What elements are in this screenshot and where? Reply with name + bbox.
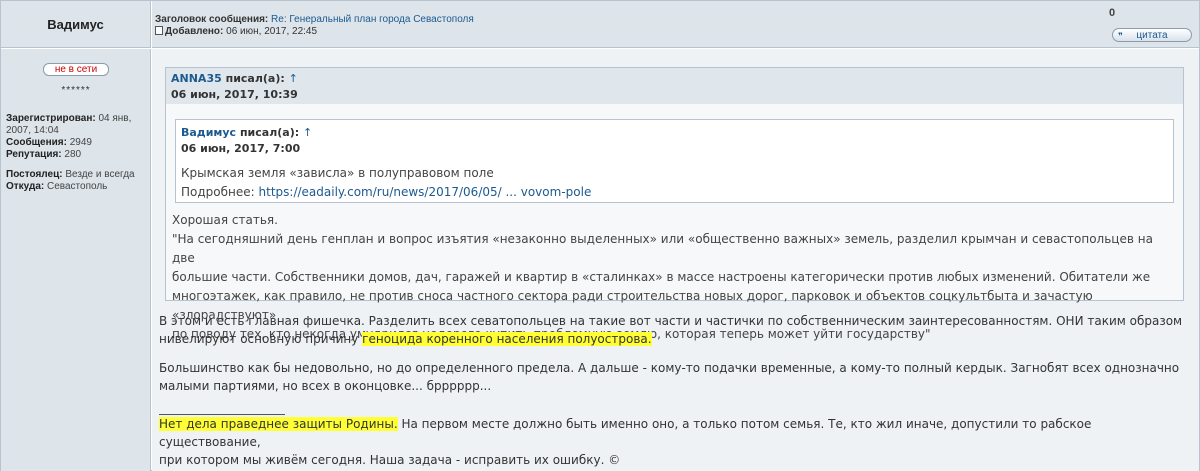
post-body: ANNA35 писал(а): ↑ 06 июн, 2017, 10:39 В… xyxy=(152,49,1199,471)
profile-location: Откуда: Севастополь xyxy=(6,181,107,193)
post-date: Добавлено: 06 июн, 2017, 22:45 xyxy=(155,26,317,37)
reputation-value: 280 xyxy=(64,149,82,160)
posts-value[interactable]: 2949 xyxy=(70,137,92,148)
quote-outer-date: 06 июн, 2017, 10:39 xyxy=(171,88,298,101)
post-icon[interactable] xyxy=(155,26,163,35)
quote-outer-line: Хорошая статья. xyxy=(172,213,278,227)
offline-badge: не в сети xyxy=(43,63,109,76)
resident-value: Везде и всегда xyxy=(65,169,135,180)
more-label: Подробнее: xyxy=(181,185,255,199)
quote-button-label: цитата xyxy=(1136,29,1168,41)
subject-link[interactable]: Re: Генеральный план города Севастополя xyxy=(271,14,474,25)
quote-inner-line: Крымская земля «зависла» в полуправовом … xyxy=(181,166,494,180)
quote-outer-line: "На сегодняшний день генплан и вопрос из… xyxy=(172,232,1153,265)
post-subject: Заголовок сообщения: Re: Генеральный пла… xyxy=(155,14,474,25)
quote-block-inner: Вадимус писал(а): ↑ 06 июн, 2017, 7:00 К… xyxy=(175,119,1174,203)
post-line: малыми партиями, но всех в оконцовке... … xyxy=(159,379,492,393)
profile-resident: Постоялец: Везде и всегда xyxy=(6,169,135,181)
forum-post: Вадимус Заголовок сообщения: Re: Генерал… xyxy=(0,0,1200,471)
profile-registered: Зарегистрирован: 04 янв, 2007, 14:04 xyxy=(6,113,150,137)
profile-reputation: Репутация: 280 xyxy=(6,149,81,161)
quote-inner-wrote: писал(а): xyxy=(239,126,300,139)
quote-outer-wrote: писал(а): xyxy=(225,72,285,85)
quote-button[interactable]: ❞ цитата xyxy=(1112,28,1192,42)
rating-count: 0 xyxy=(1109,7,1116,19)
registered-label: Зарегистрирован: xyxy=(6,113,96,124)
profile-posts: Сообщения: 2949 xyxy=(6,137,92,149)
author-name[interactable]: Вадимус xyxy=(1,1,151,48)
added-value: 06 июн, 2017, 22:45 xyxy=(226,26,318,37)
from-value: Севастополь xyxy=(47,181,108,192)
post-line: В этом и есть главная фишечка. Разделить… xyxy=(159,314,1183,328)
author-profile: не в сети ****** Зарегистрирован: 04 янв… xyxy=(1,49,151,471)
post-paragraph-1: В этом и есть главная фишечка. Разделить… xyxy=(159,312,1189,348)
resident-label: Постоялец: xyxy=(6,169,63,180)
post-line: Большинство как бы недовольно, но до опр… xyxy=(159,361,1180,375)
quote-icon: ❞ xyxy=(1118,31,1123,41)
subject-label: Заголовок сообщения: xyxy=(155,14,269,25)
quote-inner-header: Вадимус писал(а): ↑ 06 июн, 2017, 7:00 xyxy=(176,120,1173,155)
quote-outer-line: большие части. Собственники домов, дач, … xyxy=(172,270,1151,284)
rank-stars: ****** xyxy=(61,85,91,96)
post-line-text: нивелируют основную причину xyxy=(159,332,363,346)
quote-block-outer: ANNA35 писал(а): ↑ 06 июн, 2017, 10:39 В… xyxy=(165,67,1184,341)
quote-inner-text: Крымская земля «зависла» в полуправовом … xyxy=(181,164,1166,202)
added-label: Добавлено: xyxy=(165,26,224,37)
from-label: Откуда: xyxy=(6,181,45,192)
signature: Нет дела праведнее защиты Родины. На пер… xyxy=(159,415,1189,469)
post-line: нивелируют основную причину геноцида кор… xyxy=(159,330,1189,348)
signature-highlight: Нет дела праведнее защиты Родины. xyxy=(159,417,398,431)
post-header: Заголовок сообщения: Re: Генеральный пла… xyxy=(152,1,1199,48)
quote-inner-author[interactable]: Вадимус xyxy=(181,126,236,139)
article-link[interactable]: https://eadaily.com/ru/news/2017/06/05/ … xyxy=(259,185,592,199)
quote-outer-arrow-icon[interactable]: ↑ xyxy=(289,72,298,85)
quote-outer-author[interactable]: ANNA35 xyxy=(171,72,222,85)
quote-outer-header: ANNA35 писал(а): ↑ 06 июн, 2017, 10:39 xyxy=(166,68,1183,104)
signature-line: при котором мы живём сегодня. Наша задач… xyxy=(159,453,621,467)
highlighted-text: геноцида коренного населения полуострова… xyxy=(362,332,652,346)
signature-line: Нет дела праведнее защиты Родины. На пер… xyxy=(159,415,1189,451)
posts-label: Сообщения: xyxy=(6,137,67,148)
reputation-label: Репутация: xyxy=(6,149,62,160)
quote-inner-arrow-icon[interactable]: ↑ xyxy=(303,126,312,139)
quote-inner-more: Подробнее: https://eadaily.com/ru/news/2… xyxy=(181,183,1166,202)
post-paragraph-2: Большинство как бы недовольно, но до опр… xyxy=(159,359,1189,395)
quote-inner-date: 06 июн, 2017, 7:00 xyxy=(181,142,301,155)
